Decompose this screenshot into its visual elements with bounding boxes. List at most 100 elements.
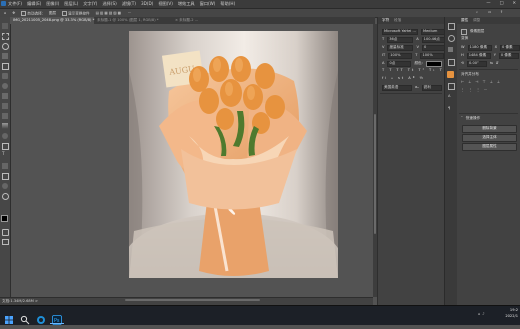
auto-select-target[interactable]: 图层 xyxy=(49,11,56,16)
move-tool-icon[interactable]: ✥ xyxy=(12,11,15,16)
menu-filter[interactable]: 滤镜(T) xyxy=(122,1,136,6)
superscript-icon[interactable]: T¹ xyxy=(418,68,426,73)
tab-adjustments[interactable]: 调整 xyxy=(473,18,480,23)
workspace-icon[interactable]: ▭ xyxy=(488,10,491,15)
layer-properties-button[interactable]: 图层属性 xyxy=(462,143,517,151)
menu-type[interactable]: 文字(Y) xyxy=(83,1,97,6)
minimize-icon[interactable]: — xyxy=(486,0,490,5)
align-top-icon[interactable]: ⊤ xyxy=(482,80,486,85)
search-icon[interactable]: ⌕ xyxy=(476,10,478,15)
tab-document-2[interactable]: 未标题-1 @ 100% (图层 1, RGB/8) * xyxy=(94,17,174,24)
brush-settings-icon[interactable] xyxy=(447,71,454,78)
menu-layer[interactable]: 图层(L) xyxy=(64,1,78,6)
distribute-2-icon[interactable]: ⋮ xyxy=(469,88,474,93)
shape-tool-icon[interactable] xyxy=(2,173,9,180)
stylistic-icon[interactable]: st xyxy=(398,76,405,81)
horizontal-scale-field[interactable]: 100% xyxy=(420,53,445,59)
ordinal-icon[interactable]: Aª xyxy=(408,76,416,81)
document-size-status[interactable]: 文档:1.34M/2.68M > xyxy=(2,299,38,304)
clock[interactable]: 19:2 2022/1 xyxy=(505,308,518,318)
gradient-tool-icon[interactable] xyxy=(2,123,8,129)
swatches-icon[interactable] xyxy=(448,47,453,52)
system-tray[interactable]: ⌂♪ xyxy=(478,312,487,317)
zoom-tool-icon[interactable] xyxy=(2,193,9,200)
align-middle-icon[interactable]: ⊥ xyxy=(490,80,494,85)
photoshop-logo-icon[interactable] xyxy=(1,1,6,6)
tab-document-1[interactable]: IMG_20211005_2048.png @ 33.3% (RGB/8) * xyxy=(10,17,94,24)
text-color-swatch[interactable] xyxy=(425,61,442,67)
kerning-field[interactable]: 度量标准 xyxy=(387,45,414,51)
menu-edit[interactable]: 编辑(E) xyxy=(27,1,41,6)
volume-icon[interactable]: ♪ xyxy=(482,312,486,316)
align-buttons[interactable]: ⊢ ⊥ ⊣ ⊤ ⊥ ⊥ xyxy=(461,80,501,85)
x-field[interactable]: 0 像素 xyxy=(500,45,520,51)
menu-view[interactable]: 视图(V) xyxy=(158,1,173,6)
height-field[interactable]: 1484 像素 xyxy=(466,53,491,59)
hand-tool-icon[interactable] xyxy=(2,183,8,189)
distribute-4-icon[interactable]: ⋯ xyxy=(484,88,489,93)
marquee-tool-icon[interactable] xyxy=(2,33,9,40)
menu-3d[interactable]: 3D(D) xyxy=(141,1,153,6)
small-caps-icon[interactable]: Tt xyxy=(408,68,416,73)
menu-select[interactable]: 选择(S) xyxy=(102,1,116,6)
pen-tool-icon[interactable] xyxy=(2,143,9,150)
eyedropper-icon[interactable] xyxy=(2,73,8,79)
distribute-1-icon[interactable]: ⋮ xyxy=(461,88,466,93)
canvas-image[interactable]: AUGU xyxy=(129,31,338,278)
distribute-buttons[interactable]: ⋮ ⋮ ⋮ ⋯ xyxy=(461,88,489,93)
clone-stamp-icon[interactable] xyxy=(2,103,8,109)
faux-bold-icon[interactable]: T xyxy=(382,68,386,73)
history-icon[interactable] xyxy=(448,23,455,30)
menu-image[interactable]: 图像(I) xyxy=(46,1,59,6)
align-center-icon[interactable]: ⊥ xyxy=(468,80,472,85)
tab-paragraph[interactable]: 段落 xyxy=(394,18,401,23)
maximize-icon[interactable]: □ xyxy=(500,0,504,5)
search-icon[interactable] xyxy=(20,310,30,325)
language-select[interactable]: 美国英语 xyxy=(382,85,412,91)
align-left-icon[interactable]: ⊢ xyxy=(461,80,465,85)
home-icon[interactable]: ⌂ xyxy=(4,11,6,16)
font-family-field[interactable]: Microsoft YaHei ... xyxy=(382,29,418,35)
tab-character[interactable]: 字符 xyxy=(382,18,389,23)
more-options-icon[interactable]: ··· xyxy=(128,11,131,16)
font-size-field[interactable]: 36点 xyxy=(387,37,414,43)
foreground-color-swatch[interactable] xyxy=(1,215,8,222)
eraser-tool-icon[interactable] xyxy=(2,113,8,119)
flip-vertical-icon[interactable]: ⇵ xyxy=(496,62,499,66)
ligature-icon[interactable]: fi xyxy=(382,76,388,81)
y-field[interactable]: 0 像素 xyxy=(498,53,519,59)
select-subject-button[interactable]: 选择主体 xyxy=(462,134,517,142)
menu-plugins[interactable]: 增效工具 xyxy=(178,1,195,6)
crop-tool-icon[interactable] xyxy=(2,63,9,70)
swash-icon[interactable]: ℴ xyxy=(391,76,395,81)
color-icon[interactable] xyxy=(448,35,455,42)
baseline-field[interactable]: 0点 xyxy=(387,61,412,67)
remove-background-button[interactable]: 删除背景 xyxy=(462,125,517,133)
screen-mode-icon[interactable] xyxy=(2,239,9,245)
move-tool-icon[interactable] xyxy=(2,23,8,29)
share-icon[interactable]: ⇪ xyxy=(500,10,503,15)
show-transform-checkbox[interactable]: 显示变换控件 xyxy=(62,11,90,16)
healing-brush-icon[interactable] xyxy=(2,83,8,89)
auto-select-checkbox[interactable]: 自动选择: xyxy=(21,11,43,16)
menu-file[interactable]: 文件(F) xyxy=(8,1,22,6)
horizontal-scrollbar[interactable] xyxy=(125,299,260,301)
font-style-field[interactable]: Medium xyxy=(421,29,445,35)
text-style-buttons[interactable]: TTTTTtT¹T₁TT xyxy=(382,68,451,73)
brush-tool-icon[interactable] xyxy=(2,93,8,99)
collapse-chevron-icon[interactable]: ˅ xyxy=(461,116,463,121)
antialias-select[interactable]: 锐利 xyxy=(421,85,442,91)
tab-document-3[interactable]: × 未标题-2 ... xyxy=(172,17,220,24)
distribute-3-icon[interactable]: ⋮ xyxy=(476,88,481,93)
dodge-tool-icon[interactable] xyxy=(2,133,8,139)
vertical-scale-field[interactable]: 100% xyxy=(388,53,413,59)
quick-mask-icon[interactable] xyxy=(2,229,9,236)
close-icon[interactable]: ✕ xyxy=(512,0,516,5)
edge-browser-icon[interactable] xyxy=(36,310,46,324)
width-field[interactable]: 1180 像素 xyxy=(467,45,492,51)
quick-select-icon[interactable] xyxy=(2,53,8,59)
paragraph-panel-icon[interactable]: ¶ xyxy=(448,106,450,111)
tab-properties[interactable]: 属性 xyxy=(461,18,468,23)
paths-icon[interactable] xyxy=(448,83,455,90)
windows-start-icon[interactable] xyxy=(4,310,14,324)
